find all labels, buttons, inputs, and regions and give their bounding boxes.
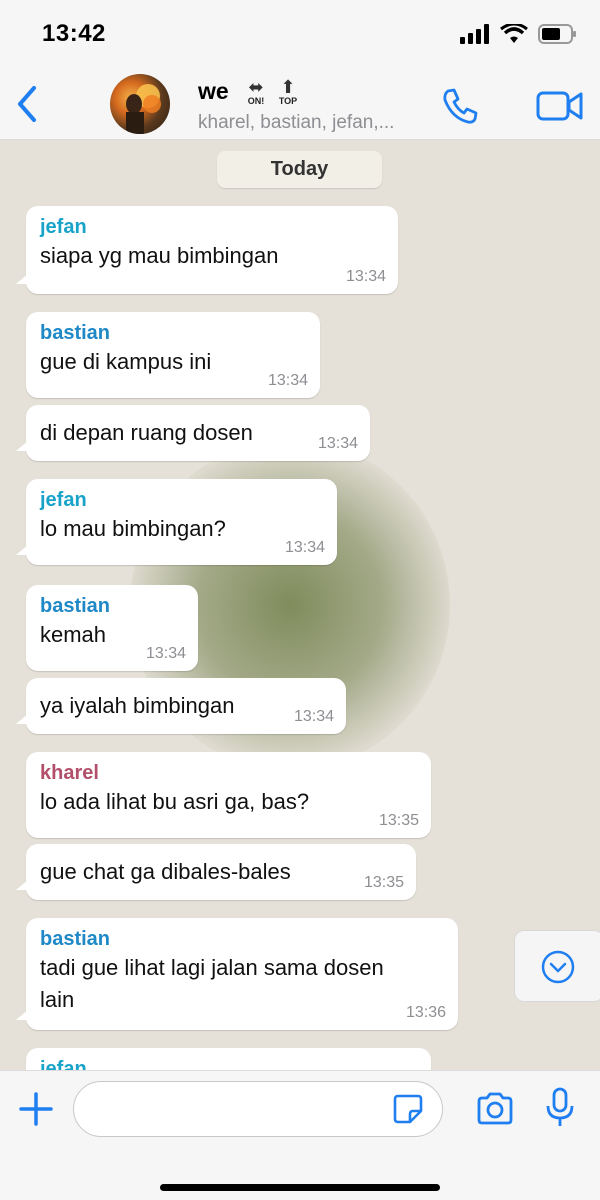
sticker-button[interactable]	[392, 1093, 424, 1125]
chat-area[interactable]: Today jefan siapa yg mau bimbingan 13:34…	[0, 140, 600, 1070]
group-avatar[interactable]	[110, 74, 170, 134]
message-bubble[interactable]: jefan lo mau bimbingan? 13:34	[16, 479, 337, 565]
message-text: lo ada lihat bu asri ga, bas?	[40, 789, 310, 814]
scroll-to-bottom-button[interactable]	[514, 930, 600, 1002]
sender-name: jefan	[40, 489, 87, 511]
microphone-button[interactable]	[545, 1087, 575, 1129]
message-bubble[interactable]: gue chat ga dibales-bales 13:35	[16, 844, 416, 900]
wifi-icon	[500, 24, 528, 43]
battery-icon	[538, 24, 576, 44]
up-arrow-icon: ⬆	[280, 77, 296, 97]
message-bubble[interactable]: jefan siapa yg mau bimbingan 13:34	[16, 206, 398, 294]
avatar-image	[126, 84, 161, 134]
message-time: 13:34	[145, 645, 186, 662]
left-right-arrow-icon: ⬌	[248, 77, 264, 97]
message-time: 13:34	[267, 372, 308, 389]
message-time: 13:34	[345, 268, 386, 285]
message-text: siapa yg mau bimbingan	[40, 243, 279, 268]
message-time: 13:34	[317, 435, 358, 452]
message-text: ya iyalah bimbingan	[40, 693, 235, 718]
plus-icon	[19, 1092, 53, 1126]
message-bubble[interactable]: jefan	[26, 1048, 431, 1070]
sender-name: bastian	[40, 928, 111, 950]
message-input[interactable]	[73, 1081, 443, 1137]
video-call-button[interactable]	[536, 88, 584, 124]
chat-header: we ⬌ ON! ⬆ TOP kharel, bastian, jefan,..…	[0, 70, 600, 140]
name-emojis: ⬌ ON! ⬆ TOP	[242, 78, 302, 108]
top-label: TOP	[278, 96, 298, 106]
status-bar: 13:42	[0, 0, 600, 70]
attach-button[interactable]	[18, 1091, 54, 1127]
sender-name: jefan	[40, 1058, 87, 1070]
microphone-icon	[546, 1087, 574, 1126]
back-button[interactable]	[12, 84, 44, 124]
message-text: gue di kampus ini	[40, 349, 212, 374]
message-time: 13:34	[284, 539, 325, 556]
message-text: gue chat ga dibales-bales	[40, 859, 291, 884]
message-bubble[interactable]: bastian kemah 13:34	[26, 585, 198, 671]
message-text: tadi gue lihat lagi jalan sama dosen lai…	[40, 955, 384, 1012]
message-input-bar	[0, 1070, 600, 1200]
sender-name: jefan	[40, 216, 87, 238]
sticker-icon	[393, 1094, 423, 1124]
group-members[interactable]: kharel, bastian, jefan,...	[198, 112, 438, 134]
sender-name: kharel	[40, 762, 99, 784]
home-indicator	[160, 1184, 440, 1191]
message-time: 13:35	[363, 874, 404, 891]
on-arrow-emoji: ⬌ ON!	[242, 78, 270, 108]
message-bubble[interactable]: kharel lo ada lihat bu asri ga, bas? 13:…	[26, 752, 431, 838]
top-arrow-emoji: ⬆ TOP	[274, 78, 302, 108]
chevron-left-icon	[18, 86, 36, 122]
status-icons	[460, 22, 578, 46]
chevron-down-circle-icon	[541, 950, 575, 984]
date-chip: Today	[217, 151, 382, 188]
voice-call-button[interactable]	[440, 86, 480, 126]
camera-button[interactable]	[475, 1091, 515, 1127]
message-time: 13:36	[405, 1004, 446, 1021]
camera-icon	[477, 1092, 513, 1125]
message-time: 13:34	[293, 708, 334, 725]
message-bubble[interactable]: bastian gue di kampus ini 13:34	[26, 312, 320, 398]
message-bubble[interactable]: ya iyalah bimbingan 13:34	[16, 678, 346, 734]
message-text: lo mau bimbingan?	[40, 516, 226, 541]
phone-icon	[443, 88, 478, 124]
on-label: ON!	[247, 96, 265, 106]
message-bubble[interactable]: di depan ruang dosen 13:34	[16, 405, 370, 461]
signal-icon	[460, 24, 489, 44]
message-bubble[interactable]: bastian tadi gue lihat lagi jalan sama d…	[16, 918, 458, 1030]
status-time: 13:42	[42, 20, 106, 47]
sender-name: bastian	[40, 322, 111, 344]
group-name[interactable]: we	[198, 78, 229, 105]
video-camera-icon	[536, 91, 583, 121]
sender-name: bastian	[40, 595, 111, 617]
message-text: di depan ruang dosen	[40, 420, 253, 445]
message-time: 13:35	[378, 812, 419, 829]
